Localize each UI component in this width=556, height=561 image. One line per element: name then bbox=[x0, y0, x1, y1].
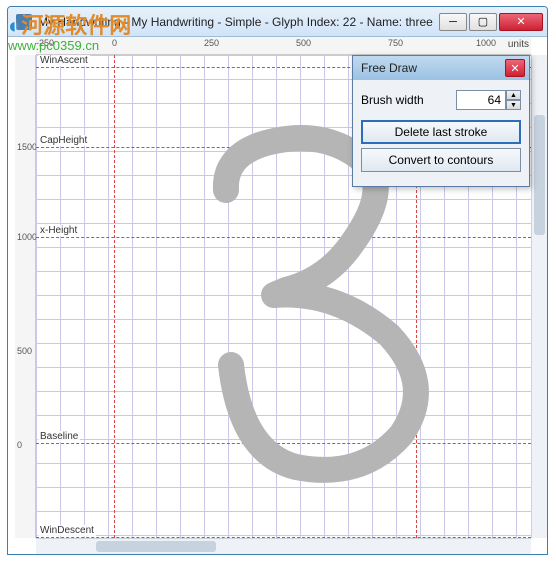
app-icon bbox=[16, 14, 32, 30]
spin-up-button[interactable]: ▲ bbox=[506, 90, 521, 100]
horizontal-scrollbar[interactable] bbox=[36, 538, 531, 554]
spin-down-button[interactable]: ▼ bbox=[506, 100, 521, 110]
titlebar[interactable]: My Handwriting - My Handwriting - Simple… bbox=[8, 7, 547, 37]
close-button[interactable]: ✕ bbox=[499, 13, 543, 31]
scroll-thumb-v[interactable] bbox=[534, 115, 545, 235]
ruler-units-label: units bbox=[508, 39, 529, 50]
scroll-thumb-h[interactable] bbox=[96, 541, 216, 552]
dialog-title: Free Draw bbox=[361, 61, 505, 75]
dialog-close-button[interactable]: ✕ bbox=[505, 59, 525, 77]
delete-last-stroke-button[interactable]: Delete last stroke bbox=[361, 120, 521, 144]
horizontal-ruler: -250 0 250 500 750 1000 bbox=[36, 37, 531, 55]
dialog-titlebar[interactable]: Free Draw ✕ bbox=[353, 56, 529, 80]
maximize-button[interactable]: ▢ bbox=[469, 13, 497, 31]
minimize-button[interactable]: ─ bbox=[439, 13, 467, 31]
brush-width-input[interactable] bbox=[456, 90, 506, 110]
convert-to-contours-button[interactable]: Convert to contours bbox=[361, 148, 521, 172]
window-title: My Handwriting - My Handwriting - Simple… bbox=[38, 15, 439, 29]
brush-width-label: Brush width bbox=[361, 93, 456, 107]
vertical-scrollbar[interactable] bbox=[531, 55, 547, 538]
free-draw-dialog[interactable]: Free Draw ✕ Brush width ▲ ▼ Delete last … bbox=[352, 55, 530, 187]
vertical-ruler: 1500 1000 500 0 bbox=[15, 55, 36, 538]
